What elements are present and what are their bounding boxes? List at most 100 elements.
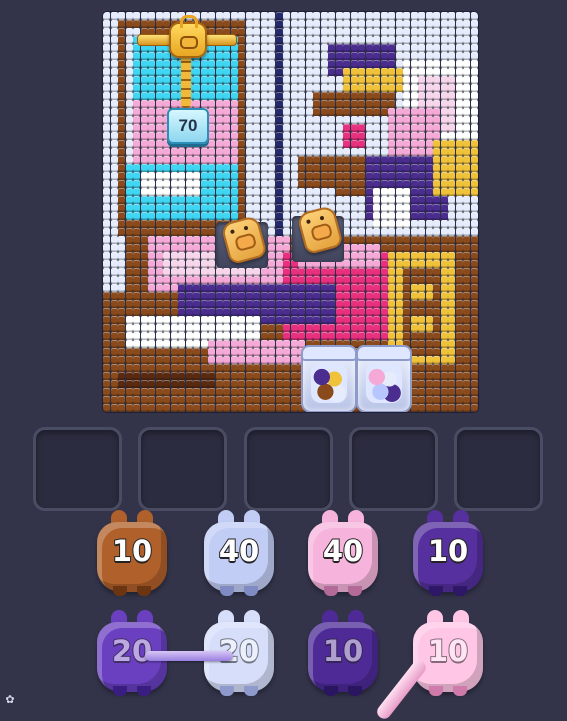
pixel-cell bbox=[245, 276, 253, 284]
pixel-cell bbox=[290, 196, 298, 204]
pixel-cell bbox=[395, 28, 403, 36]
pig-shooter[interactable]: 10 bbox=[97, 510, 167, 596]
pixel-cell bbox=[223, 164, 231, 172]
pixel-cell bbox=[118, 404, 126, 412]
bean-jar-1[interactable] bbox=[301, 345, 357, 412]
pixel-cell bbox=[335, 268, 343, 276]
pixel-cell bbox=[148, 220, 156, 228]
pixel-cell bbox=[268, 388, 276, 396]
pixel-cell bbox=[320, 164, 328, 172]
pixel-cell bbox=[268, 364, 276, 372]
pixel-cell bbox=[320, 196, 328, 204]
pixel-cell bbox=[455, 348, 463, 356]
pixel-cell bbox=[125, 68, 133, 76]
pixel-cell bbox=[170, 340, 178, 348]
pixel-cell bbox=[253, 388, 261, 396]
pixel-cell bbox=[425, 364, 433, 372]
pixel-cell bbox=[118, 388, 126, 396]
pixel-cell bbox=[320, 52, 328, 60]
pixel-cell bbox=[230, 380, 238, 388]
pixel-cell bbox=[260, 156, 268, 164]
pixel-cell bbox=[343, 116, 351, 124]
pixel-cell bbox=[268, 236, 276, 244]
pixel-cell bbox=[230, 140, 238, 148]
pixel-cell bbox=[275, 148, 283, 156]
pixel-cell bbox=[148, 172, 156, 180]
pig-shooter[interactable]: 10 bbox=[308, 610, 378, 696]
pixel-cell bbox=[133, 148, 141, 156]
pixel-cell bbox=[448, 76, 456, 84]
pixel-cell bbox=[193, 260, 201, 268]
pixel-cell bbox=[155, 164, 163, 172]
pixel-cell bbox=[283, 364, 291, 372]
pixel-cell bbox=[260, 324, 268, 332]
pig-shooter[interactable]: 10 bbox=[413, 610, 483, 696]
pixel-cell bbox=[298, 132, 306, 140]
pixel-cell bbox=[118, 60, 126, 68]
pixel-cell bbox=[380, 268, 388, 276]
empty-slot-1[interactable] bbox=[33, 427, 122, 511]
pixel-cell bbox=[193, 84, 201, 92]
pixel-cell bbox=[470, 300, 478, 308]
pixel-cell bbox=[118, 36, 126, 44]
pixel-cell bbox=[283, 28, 291, 36]
pixel-cell bbox=[440, 228, 448, 236]
empty-slot-5[interactable] bbox=[454, 427, 543, 511]
pixel-cell bbox=[238, 116, 246, 124]
pixel-cell bbox=[365, 36, 373, 44]
pixel-cell bbox=[230, 12, 238, 20]
pixel-cell bbox=[155, 12, 163, 20]
pixel-cell bbox=[350, 212, 358, 220]
empty-slot-4[interactable] bbox=[349, 427, 438, 511]
pixel-cell bbox=[283, 52, 291, 60]
pixel-cell bbox=[133, 404, 141, 412]
pixel-cell bbox=[110, 124, 118, 132]
pixel-cell bbox=[365, 164, 373, 172]
pixel-cell bbox=[178, 228, 186, 236]
pixel-cell bbox=[238, 132, 246, 140]
pixel-cell bbox=[110, 204, 118, 212]
pixel-cell bbox=[463, 236, 471, 244]
pixel-cell bbox=[275, 220, 283, 228]
pixel-cell bbox=[470, 332, 478, 340]
pig-shooter[interactable]: 40 bbox=[308, 510, 378, 596]
pig-shooter[interactable]: 40 bbox=[204, 510, 274, 596]
pixel-cell bbox=[358, 84, 366, 92]
pixel-cell bbox=[470, 124, 478, 132]
empty-slot-2[interactable] bbox=[138, 427, 227, 511]
pixel-cell bbox=[358, 332, 366, 340]
pixel-cell bbox=[313, 308, 321, 316]
pixel-cell bbox=[470, 140, 478, 148]
pixel-cell bbox=[290, 324, 298, 332]
pixel-cell bbox=[215, 132, 223, 140]
pixel-cell bbox=[350, 12, 358, 20]
bean-jar-2[interactable] bbox=[356, 345, 412, 412]
pixel-cell bbox=[238, 300, 246, 308]
empty-slot-3[interactable] bbox=[244, 427, 333, 511]
pixel-cell bbox=[380, 244, 388, 252]
pixel-cell bbox=[170, 188, 178, 196]
pixel-cell bbox=[133, 196, 141, 204]
pixel-cell bbox=[245, 180, 253, 188]
pixel-cell bbox=[200, 196, 208, 204]
pixel-cell bbox=[230, 276, 238, 284]
pixel-cell bbox=[103, 404, 111, 412]
pixel-cell bbox=[463, 332, 471, 340]
pixel-cell bbox=[155, 316, 163, 324]
pig-shooter[interactable]: 10 bbox=[413, 510, 483, 596]
pixel-cell bbox=[403, 156, 411, 164]
pixel-cell bbox=[395, 260, 403, 268]
pixel-cell bbox=[118, 164, 126, 172]
pixel-cell bbox=[170, 204, 178, 212]
pixel-cell bbox=[208, 108, 216, 116]
pixel-cell bbox=[110, 316, 118, 324]
pixel-cell bbox=[163, 220, 171, 228]
pixel-cell bbox=[440, 396, 448, 404]
pixel-cell bbox=[155, 276, 163, 284]
pixel-cell bbox=[305, 100, 313, 108]
pixel-cell bbox=[403, 132, 411, 140]
pixel-cell bbox=[275, 204, 283, 212]
pixel-cell bbox=[245, 348, 253, 356]
pixel-cell bbox=[448, 124, 456, 132]
pixel-cell bbox=[433, 340, 441, 348]
